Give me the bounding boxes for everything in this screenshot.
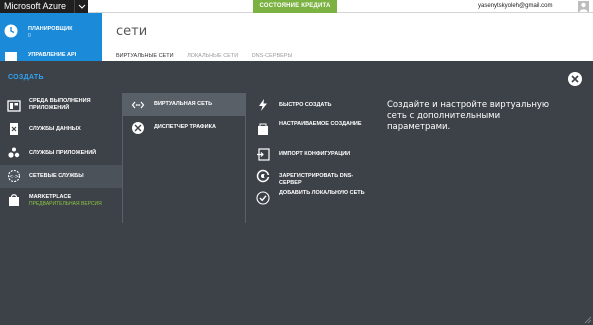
column-divider (245, 93, 246, 223)
create-panel: СОЗДАТЬ СРЕДА ВЫПОЛНЕНИЯ ПРИЛОЖЕНИЙ СЛУЖ… (0, 61, 593, 325)
clock-icon (4, 24, 18, 38)
option-add-local-network[interactable]: ДОБАВИТЬ ЛОКАЛЬНУЮ СЕТЬ (247, 186, 367, 210)
chevron-down-icon[interactable] (74, 0, 88, 13)
sidebar-item-label: ПЛАНИРОВЩИК (28, 26, 73, 32)
category-data-services[interactable]: СЛУЖБЫ ДАННЫХ (0, 118, 122, 141)
option-label: НАСТРАИВАЕМОЕ СОЗДАНИЕ (279, 121, 362, 127)
option-list: БЫСТРО СОЗДАТЬ НАСТРАИВАЕМОЕ СОЗДАНИЕ ИМ… (247, 93, 367, 210)
tab-local-networks[interactable]: ЛОКАЛЬНЫЕ СЕТИ (187, 53, 238, 59)
category-label: СРЕДА ВЫПОЛНЕНИЯ ПРИЛОЖЕНИЙ (29, 98, 91, 111)
category-network-services[interactable]: <·> СЕТЕВЫЕ СЛУЖБЫ (0, 165, 122, 188)
background-sidebar: ПЛАНИРОВЩИК 0 УПРАВЛЕНИЕ API (0, 13, 102, 61)
marketplace-bag-icon (9, 194, 19, 206)
option-label: ДОБАВИТЬ ЛОКАЛЬНУЮ СЕТЬ (279, 190, 365, 196)
background-content: сети ВИРТУАЛЬНЫЕ СЕТИ ЛОКАЛЬНЫЕ СЕТИ DNS… (102, 13, 593, 61)
brand-title: Microsoft Azure (4, 1, 67, 11)
preview-badge: ПРЕДВАРИТЕЛЬНАЯ ВЕРСИЯ (29, 201, 102, 207)
close-button[interactable] (568, 72, 582, 86)
data-services-icon (10, 123, 18, 135)
sidebar-item-api-management[interactable]: УПРАВЛЕНИЕ API (0, 46, 102, 61)
user-icon (579, 2, 588, 12)
category-app-runtime[interactable]: СРЕДА ВЫПОЛНЕНИЯ ПРИЛОЖЕНИЙ (0, 93, 122, 118)
traffic-manager-icon (132, 122, 144, 134)
user-email[interactable]: yasenytskyoleh@gmail.com (478, 0, 552, 13)
option-quick-create[interactable]: БЫСТРО СОЗДАТЬ (247, 93, 367, 115)
import-config-icon (257, 148, 270, 161)
sidebar-item-scheduler[interactable]: ПЛАНИРОВЩИК 0 (0, 20, 102, 46)
option-label: БЫСТРО СОЗДАТЬ (279, 102, 332, 108)
svg-text:<·>: <·> (9, 174, 19, 180)
network-services-icon: <·> (7, 169, 21, 183)
close-icon (571, 75, 579, 83)
tab-virtual-networks[interactable]: ВИРТУАЛЬНЫЕ СЕТИ (116, 53, 174, 59)
category-label: СЛУЖБЫ ДАННЫХ (29, 126, 81, 132)
api-management-icon (5, 52, 17, 61)
app-runtime-icon (7, 100, 21, 112)
option-register-dns[interactable]: ЗАРЕГИСТРИРОВАТЬ DNS-СЕРВЕР (247, 165, 367, 186)
service-traffic-manager[interactable]: ДИСПЕТЧЕР ТРАФИКА (123, 116, 245, 139)
category-label: MARKETPLACE (29, 194, 72, 200)
service-virtual-network[interactable]: ВИРТУАЛЬНАЯ СЕТЬ (123, 93, 245, 116)
credit-status-label: СОСТОЯНИЕ КРЕДИТА (259, 3, 331, 9)
option-label: ИМПОРТ КОНФИГУРАЦИИ (279, 151, 351, 157)
add-local-network-icon (256, 191, 270, 205)
top-bar: Microsoft Azure СОСТОЯНИЕ КРЕДИТА yaseny… (0, 0, 593, 13)
category-marketplace[interactable]: MARKETPLACE ПРЕДВАРИТЕЛЬНАЯ ВЕРСИЯ (0, 188, 122, 214)
page-title: сети (116, 24, 148, 39)
dns-server-icon (256, 169, 270, 183)
tab-bar: ВИРТУАЛЬНЫЕ СЕТИ ЛОКАЛЬНЫЕ СЕТИ DNS-СЕРВ… (116, 53, 304, 59)
option-custom-create[interactable]: НАСТРАИВАЕМОЕ СОЗДАНИЕ (247, 115, 367, 143)
category-label: СЕТЕВЫЕ СЛУЖБЫ (29, 173, 84, 179)
category-app-services[interactable]: СЛУЖБЫ ПРИЛОЖЕНИЙ (0, 142, 122, 165)
tab-dns-servers[interactable]: DNS-СЕРВЕРЫ (252, 53, 293, 59)
category-list: СРЕДА ВЫПОЛНЕНИЯ ПРИЛОЖЕНИЙ СЛУЖБЫ ДАННЫ… (0, 93, 122, 214)
sidebar-item-count: 0 (28, 33, 31, 39)
panel-title: СОЗДАТЬ (8, 74, 44, 81)
option-description: Создайте и настройте виртуальную сеть с … (387, 100, 550, 132)
sidebar-item-label: УПРАВЛЕНИЕ API (28, 52, 77, 58)
category-label: СЛУЖБЫ ПРИЛОЖЕНИЙ (29, 150, 97, 156)
service-label: ВИРТУАЛЬНАЯ СЕТЬ (154, 101, 213, 107)
service-list: ВИРТУАЛЬНАЯ СЕТЬ ДИСПЕТЧЕР ТРАФИКА (123, 93, 245, 139)
app-services-icon (8, 147, 20, 158)
option-import-config[interactable]: ИМПОРТ КОНФИГУРАЦИИ (247, 143, 367, 165)
avatar[interactable] (578, 1, 589, 12)
resize-grip-icon[interactable] (584, 316, 592, 324)
credit-status-button[interactable]: СОСТОЯНИЕ КРЕДИТА (253, 0, 337, 13)
service-label: ДИСПЕТЧЕР ТРАФИКА (154, 124, 216, 130)
custom-create-icon (258, 123, 268, 135)
option-label: ЗАРЕГИСТРИРОВАТЬ DNS-СЕРВЕР (279, 173, 354, 186)
lightning-icon (259, 99, 267, 111)
virtual-network-icon (131, 101, 145, 109)
